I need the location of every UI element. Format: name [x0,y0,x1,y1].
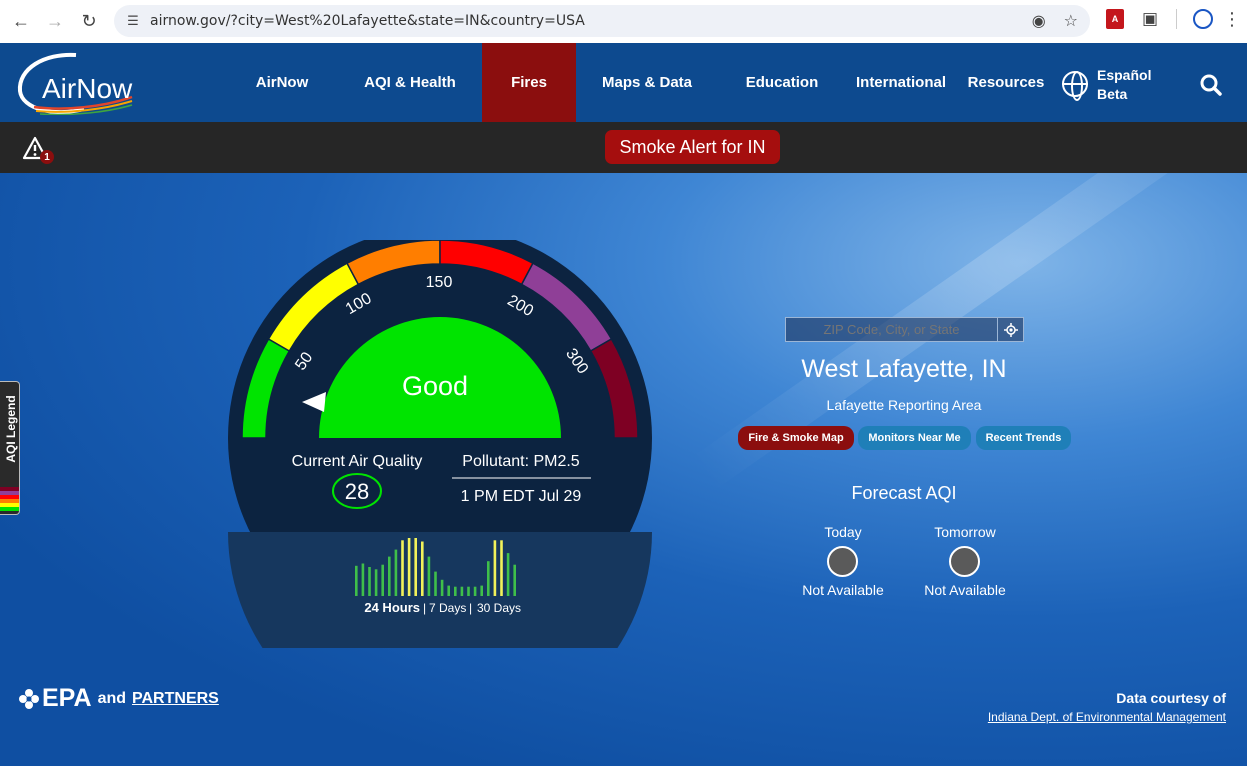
pollutant-label: Pollutant: PM2.5 [462,453,580,470]
forecast-today-indicator [827,546,858,577]
history-bar [381,564,384,596]
range-7-days[interactable]: 7 Days [429,601,466,615]
pdf-extension-icon[interactable]: A [1106,9,1124,29]
logo-text: AirNow [42,73,133,104]
language-beta-label: Beta [1097,86,1128,102]
range-30-days[interactable]: 30 Days [477,601,521,615]
nav-international[interactable]: International [846,43,956,122]
data-courtesy-label: Data courtesy of [1116,690,1226,706]
forecast-tomorrow-status: Not Available [924,582,1006,598]
nav-education[interactable]: Education [733,43,831,122]
aqi-legend-tab[interactable]: AQI Legend [0,381,20,515]
language-toggle[interactable]: Español Beta [1097,66,1151,104]
history-bar [487,561,490,596]
aqi-legend-stripes [0,487,19,511]
forecast-tomorrow-label: Tomorrow [934,524,996,540]
search-icon[interactable] [1200,74,1222,96]
smoke-alert-button[interactable]: Smoke Alert for IN [605,130,780,164]
history-bar [467,586,470,596]
tick-label-150: 150 [426,274,453,291]
history-bar [388,556,391,596]
crosshair-icon [1003,322,1018,337]
url-text[interactable]: airnow.gov/?city=West%20Lafayette&state=… [150,13,585,29]
partners-link[interactable]: PARTNERS [132,690,219,708]
range-24-hours[interactable]: 24 Hours [364,600,420,615]
epa-partners-logo[interactable]: EPA and PARTNERS [18,684,219,713]
city-name: West Lafayette, IN [801,355,1007,383]
and-text: and [97,689,127,707]
profile-icon[interactable] [1193,9,1213,29]
location-pin-icon[interactable]: ◉ [1032,11,1046,31]
gauge-history-panel [228,532,652,648]
alert-count-badge: 1 [40,150,54,164]
locate-me-button[interactable] [997,317,1024,342]
forecast-tomorrow-indicator [949,546,980,577]
language-label: Español [1097,67,1152,83]
history-bar [506,553,510,596]
history-bar [427,556,431,596]
forecast-title: Forecast AQI [851,483,957,503]
history-bar [421,541,424,596]
back-icon[interactable]: ← [8,9,34,35]
aqi-gauge: Good 50 100 150 200 300 Current Air Qual… [228,240,652,648]
forecast-today-label: Today [824,524,862,540]
reload-icon[interactable]: ↻ [76,9,102,35]
browser-toolbar: ← → ↻ ☰ airnow.gov/?city=West%20Lafayett… [0,0,1247,43]
nav-resources[interactable]: Resources [966,43,1046,122]
range-separator-1: | [423,601,426,615]
reading-timestamp: 1 PM EDT Jul 29 [461,488,582,505]
nav-airnow[interactable]: AirNow [240,43,324,122]
legend-stripe [0,507,19,511]
history-bar [374,569,378,596]
site-header: AirNow AirNow AQI & Health Fires Maps & … [0,43,1247,122]
aqi-category-label: Good [402,371,468,401]
recent-trends-button[interactable]: Recent Trends [976,426,1071,450]
nav-maps-data[interactable]: Maps & Data [590,43,704,122]
nav-aqi-health[interactable]: AQI & Health [350,43,470,122]
forecast-today-status: Not Available [802,582,884,598]
alert-bar: 1 Smoke Alert for IN [0,122,1247,173]
history-bar [447,585,450,596]
bookmark-star-icon[interactable]: ☆ [1064,11,1078,31]
history-bar [454,586,457,596]
data-source-link[interactable]: Indiana Dept. of Environmental Managemen… [988,710,1226,724]
forward-icon[interactable]: → [42,9,68,35]
location-search-input[interactable] [785,317,998,342]
history-bar [407,538,411,596]
aqi-legend-label: AQI Legend [4,395,18,463]
history-bar [368,567,371,596]
airnow-logo[interactable]: AirNow [14,51,134,116]
browser-menu-icon[interactable]: ⋮ [1223,9,1241,29]
epa-flower-icon [19,688,39,709]
history-bar [460,586,464,596]
monitors-near-me-button[interactable]: Monitors Near Me [858,426,971,450]
history-bar [440,579,444,596]
nav-fires[interactable]: Fires [482,43,576,122]
history-bar [473,586,477,596]
address-bar[interactable]: ☰ airnow.gov/?city=West%20Lafayette&stat… [114,5,1090,37]
history-bar [394,549,398,596]
site-settings-icon[interactable]: ☰ [124,12,142,30]
fire-smoke-map-button[interactable]: Fire & Smoke Map [738,426,854,450]
history-bar [401,540,404,596]
history-bar [493,540,497,596]
history-bar [361,563,365,596]
aqi-value: 28 [345,479,369,504]
history-bar [434,571,437,596]
history-bar [480,585,483,596]
history-bar [500,540,503,596]
extensions-icon[interactable]: ▣ [1140,9,1160,29]
history-bar [355,565,358,596]
reporting-area: Lafayette Reporting Area [826,397,982,413]
globe-icon[interactable] [1062,71,1088,101]
range-separator-2: | [469,601,472,615]
epa-text: EPA [42,684,92,712]
history-bar [513,564,516,596]
current-air-quality-label: Current Air Quality [292,453,423,470]
toolbar-divider [1176,9,1177,29]
history-bar [414,538,417,596]
